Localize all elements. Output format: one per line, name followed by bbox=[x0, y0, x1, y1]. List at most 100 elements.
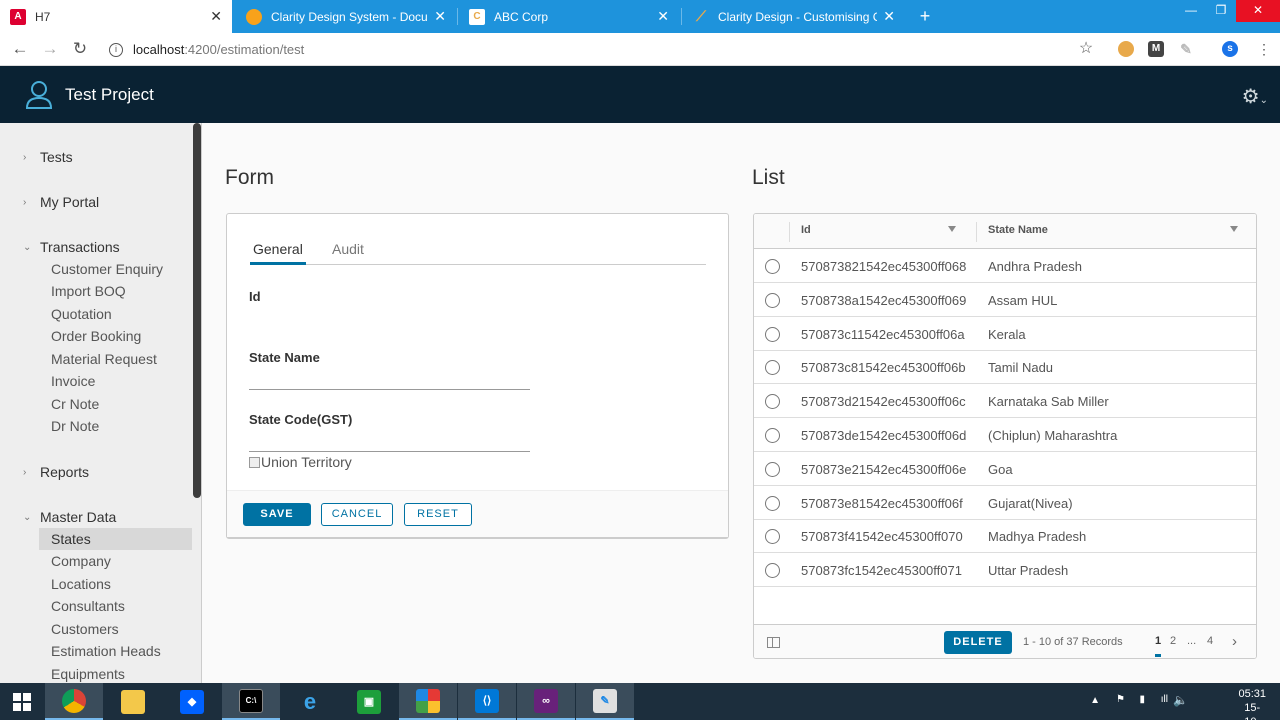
sidebar-group-reports[interactable]: › Reports bbox=[23, 464, 89, 480]
sidebar-item-estimation-heads[interactable]: Estimation Heads bbox=[39, 640, 192, 662]
checkbox-box[interactable] bbox=[249, 456, 260, 468]
action-flag-icon[interactable]: ⚑ bbox=[1116, 694, 1125, 705]
sidebar-group-master-data[interactable]: ⌄ Master Data bbox=[23, 509, 116, 525]
row-select-radio[interactable] bbox=[765, 495, 780, 511]
filter-icon[interactable] bbox=[948, 226, 956, 232]
tray-chevron-icon[interactable]: ▲ bbox=[1090, 695, 1100, 706]
page-1-button[interactable]: 1 bbox=[1155, 635, 1162, 657]
new-tab-button[interactable]: + bbox=[914, 5, 936, 27]
reset-button[interactable]: RESET bbox=[404, 503, 472, 526]
menu-kebab-icon[interactable]: ⋮ bbox=[1253, 38, 1275, 60]
reload-icon[interactable]: ↻ bbox=[69, 38, 91, 60]
sidebar-item-equipments[interactable]: Equipments bbox=[39, 663, 192, 683]
taskbar-dropbox[interactable]: ◆ bbox=[163, 683, 221, 720]
page-4-button[interactable]: 4 bbox=[1207, 635, 1213, 647]
browser-tab[interactable]: ⟋ Clarity Design - Customising Clar ✕ bbox=[683, 0, 905, 33]
info-icon[interactable]: i bbox=[109, 42, 123, 57]
wifi-icon[interactable]: ıll bbox=[1161, 694, 1168, 705]
sidebar-item-import-boq[interactable]: Import BOQ bbox=[39, 280, 192, 302]
column-header-id[interactable]: Id bbox=[801, 224, 811, 236]
sidebar-item-dr-note[interactable]: Dr Note bbox=[39, 415, 192, 437]
column-header-state-name[interactable]: State Name bbox=[988, 224, 1048, 236]
pen-extension-icon[interactable]: ✎ bbox=[1178, 41, 1194, 57]
table-row[interactable]: 570873e21542ec45300ff06e Goa bbox=[754, 452, 1256, 486]
browser-tab[interactable]: C ABC Corp ✕ bbox=[459, 0, 679, 33]
table-row[interactable]: 570873d21542ec45300ff06c Karnataka Sab Mi… bbox=[754, 384, 1256, 419]
sidebar-item-consultants[interactable]: Consultants bbox=[39, 595, 192, 617]
table-row[interactable]: 570873de1542ec45300ff06d (Chiplun) Mahara… bbox=[754, 418, 1256, 452]
state-name-input[interactable] bbox=[249, 389, 530, 390]
taskbar-cmd[interactable]: C:\ bbox=[222, 683, 280, 720]
row-select-radio[interactable] bbox=[765, 360, 780, 376]
taskbar-paint-app[interactable] bbox=[399, 683, 457, 720]
taskbar-paint[interactable]: ✎ bbox=[576, 683, 634, 720]
sidebar-group-my-portal[interactable]: › My Portal bbox=[23, 194, 99, 210]
sidebar-item-locations[interactable]: Locations bbox=[39, 573, 192, 595]
page-2-button[interactable]: 2 bbox=[1170, 635, 1176, 647]
row-select-radio[interactable] bbox=[765, 529, 780, 545]
sidebar-item-invoice[interactable]: Invoice bbox=[39, 370, 192, 392]
settings-gear-icon[interactable]: ⚙⌄ bbox=[1242, 84, 1268, 109]
app-title[interactable]: Test Project bbox=[65, 85, 154, 105]
taskbar-chrome[interactable] bbox=[45, 683, 103, 720]
table-row[interactable]: 570873c81542ec45300ff06b Tamil Nadu bbox=[754, 350, 1256, 385]
sidebar-item-states[interactable]: States bbox=[39, 528, 192, 550]
sidebar-item-cr-note[interactable]: Cr Note bbox=[39, 393, 192, 415]
browser-tab[interactable]: Clarity Design System - Documer ✕ bbox=[236, 0, 456, 33]
row-select-radio[interactable] bbox=[765, 326, 780, 342]
browser-tab-active[interactable]: A H7 ✕ bbox=[0, 0, 232, 33]
sidebar-item-order-booking[interactable]: Order Booking bbox=[39, 325, 192, 347]
tab-audit[interactable]: Audit bbox=[332, 241, 364, 265]
sidebar-item-customer-enquiry[interactable]: Customer Enquiry bbox=[39, 258, 192, 280]
row-select-radio[interactable] bbox=[765, 394, 780, 410]
close-icon[interactable]: ✕ bbox=[657, 8, 669, 25]
sidebar-group-tests[interactable]: › Tests bbox=[23, 149, 73, 165]
table-row[interactable]: 570873c11542ec45300ff06a Kerala bbox=[754, 317, 1256, 351]
row-select-radio[interactable] bbox=[765, 292, 780, 308]
sidebar-scrollbar[interactable] bbox=[193, 123, 201, 498]
extension-icon[interactable] bbox=[1118, 41, 1134, 57]
bookmark-star-icon[interactable]: ☆ bbox=[1075, 38, 1097, 60]
back-arrow-icon[interactable]: ← bbox=[9, 38, 31, 60]
column-divider[interactable] bbox=[976, 222, 977, 242]
close-icon[interactable]: ✕ bbox=[210, 8, 222, 25]
save-button[interactable]: SAVE bbox=[243, 503, 311, 526]
table-row[interactable]: 5708738a1542ec45300ff069 Assam HUL bbox=[754, 283, 1256, 317]
battery-icon[interactable]: ▮ bbox=[1139, 694, 1145, 705]
url-field[interactable]: i localhost:4200/estimation/test bbox=[103, 37, 1103, 62]
union-territory-checkbox[interactable]: Union Territory bbox=[249, 454, 352, 470]
sidebar-group-transactions[interactable]: ⌄ Transactions bbox=[23, 239, 120, 255]
table-row[interactable]: 570873821542ec45300ff068 Andhra Pradesh bbox=[754, 249, 1256, 283]
taskbar-visual-studio[interactable]: ∞ bbox=[517, 683, 575, 720]
state-code-input[interactable] bbox=[249, 451, 530, 452]
sidebar-item-material-request[interactable]: Material Request bbox=[39, 348, 192, 370]
mendeley-icon[interactable]: M bbox=[1148, 41, 1164, 57]
clock[interactable]: 05:31 15-10-2018 bbox=[1238, 687, 1266, 720]
forward-arrow-icon[interactable]: → bbox=[39, 38, 61, 60]
filter-icon[interactable] bbox=[1230, 226, 1238, 232]
close-icon[interactable]: ✕ bbox=[434, 8, 446, 25]
volume-icon[interactable]: 🔈 bbox=[1173, 693, 1188, 707]
row-select-radio[interactable] bbox=[765, 259, 780, 274]
taskbar-store[interactable]: ▣ bbox=[340, 683, 398, 720]
delete-button[interactable]: DELETE bbox=[944, 631, 1012, 654]
table-row[interactable]: 570873fc1542ec45300ff071 Uttar Pradesh bbox=[754, 553, 1256, 588]
table-row[interactable]: 570873e81542ec45300ff06f Gujarat(Nivea) bbox=[754, 486, 1256, 520]
taskbar-edge[interactable]: e bbox=[281, 683, 339, 720]
column-toggle-icon[interactable] bbox=[767, 637, 780, 648]
profile-avatar[interactable]: s bbox=[1222, 41, 1238, 57]
next-page-icon[interactable]: › bbox=[1232, 633, 1237, 650]
close-icon[interactable]: ✕ bbox=[883, 8, 895, 25]
taskbar-vscode[interactable]: ⟨⟩ bbox=[458, 683, 516, 720]
window-close-button[interactable]: ✕ bbox=[1236, 0, 1280, 22]
row-select-radio[interactable] bbox=[765, 563, 780, 579]
restore-button[interactable]: ❐ bbox=[1206, 0, 1236, 22]
sidebar-item-customers[interactable]: Customers bbox=[39, 618, 192, 640]
row-select-radio[interactable] bbox=[765, 461, 780, 477]
sidebar-item-quotation[interactable]: Quotation bbox=[39, 303, 192, 325]
cancel-button[interactable]: CANCEL bbox=[321, 503, 393, 526]
sidebar-item-company[interactable]: Company bbox=[39, 550, 192, 572]
tab-general[interactable]: General bbox=[250, 241, 306, 265]
start-button[interactable] bbox=[0, 683, 44, 720]
row-select-radio[interactable] bbox=[765, 428, 780, 443]
